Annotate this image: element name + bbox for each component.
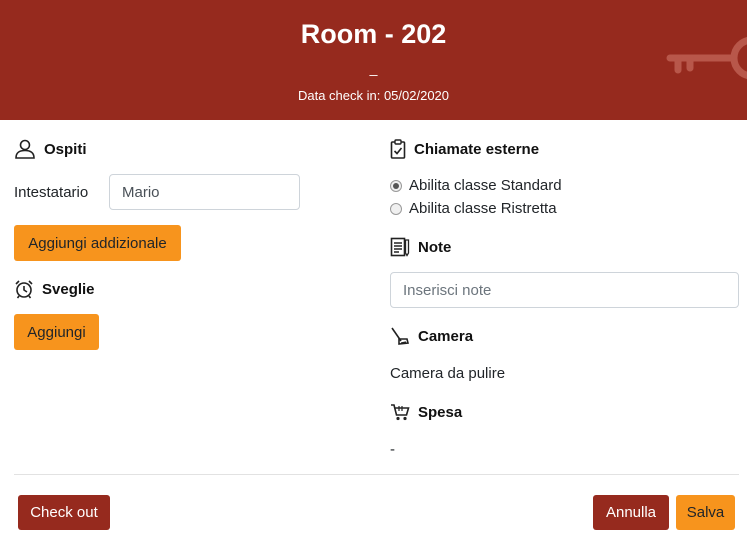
spending-value: - bbox=[390, 441, 395, 458]
room-title: Camera bbox=[418, 327, 474, 345]
guests-title: Ospiti bbox=[44, 140, 87, 158]
save-button[interactable]: Salva bbox=[676, 495, 735, 530]
call-class-restricted-option[interactable]: Abilita classe Ristretta bbox=[390, 200, 557, 217]
user-icon bbox=[15, 139, 35, 159]
clipboard-icon bbox=[390, 139, 406, 159]
call-class-restricted-radio[interactable] bbox=[390, 202, 402, 215]
cart-icon bbox=[391, 404, 410, 421]
key-icon bbox=[666, 37, 747, 79]
notes-input[interactable] bbox=[390, 272, 739, 308]
notes-icon bbox=[390, 237, 410, 257]
notes-section-title: Note bbox=[390, 237, 451, 257]
vacuum-icon bbox=[391, 327, 409, 345]
cancel-button[interactable]: Annulla bbox=[593, 495, 669, 530]
calls-section-title: Chiamate esterne bbox=[390, 139, 539, 159]
call-class-standard-radio[interactable] bbox=[390, 179, 402, 192]
wakeups-title: Sveglie bbox=[42, 280, 95, 298]
checkout-button[interactable]: Check out bbox=[18, 495, 110, 530]
room-subtitle: _ bbox=[369, 60, 378, 76]
room-section-title: Camera bbox=[390, 326, 473, 346]
holder-input[interactable] bbox=[109, 174, 300, 210]
add-wakeup-button[interactable]: Aggiungi bbox=[14, 314, 99, 350]
room-header: Room - 202 _ Data check in: 05/02/2020 bbox=[0, 0, 747, 120]
call-class-standard-option[interactable]: Abilita classe Standard bbox=[390, 177, 562, 194]
holder-label: Intestatario bbox=[14, 184, 89, 201]
room-title: Room - 202 bbox=[300, 19, 447, 49]
footer-divider bbox=[14, 474, 739, 475]
spending-section-title: Spesa bbox=[390, 402, 462, 422]
add-additional-guest-button[interactable]: Aggiungi addizionale bbox=[14, 225, 181, 261]
alarm-clock-icon bbox=[15, 280, 33, 299]
call-class-standard-label: Abilita classe Standard bbox=[409, 177, 562, 194]
calls-title: Chiamate esterne bbox=[414, 140, 540, 158]
room-status: Camera da pulire bbox=[390, 365, 506, 382]
checkin-date: Data check in: 05/02/2020 bbox=[297, 88, 450, 103]
spending-title: Spesa bbox=[418, 403, 463, 421]
wakeups-section-title: Sveglie bbox=[14, 279, 95, 299]
guests-section-title: Ospiti bbox=[14, 139, 87, 159]
notes-title: Note bbox=[418, 238, 452, 256]
call-class-restricted-label: Abilita classe Ristretta bbox=[409, 200, 557, 217]
